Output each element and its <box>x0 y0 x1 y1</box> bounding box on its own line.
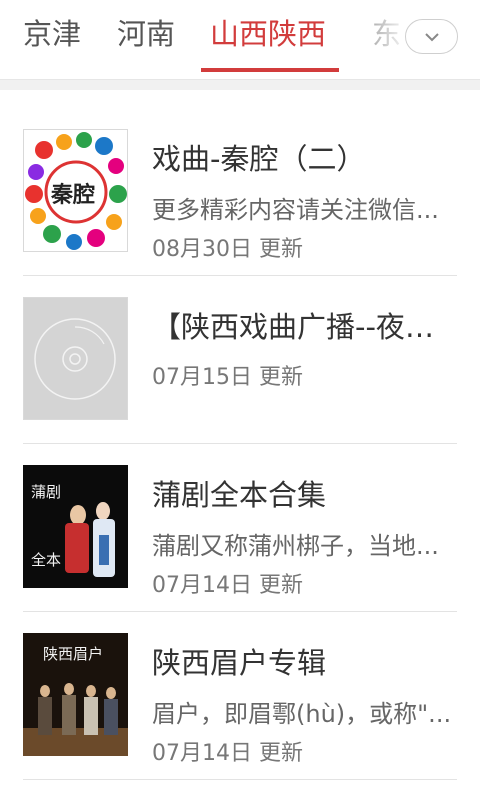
album-title: 蒲剧全本合集 <box>152 478 327 512</box>
section-divider <box>0 80 480 90</box>
album-description: 眉户，即眉鄠(hù)，或称"... <box>152 700 452 728</box>
cover-text-top: 蒲剧 <box>31 483 62 501</box>
active-tab-indicator <box>201 68 339 72</box>
update-date: 07月14日 更新 <box>152 741 303 766</box>
cover-text: 秦腔 <box>51 182 96 208</box>
list-item[interactable]: 陕西眉户 陕西眉户专辑 眉户，即眉鄠(hù)，或称"... 07月14日 更新 <box>0 612 480 780</box>
update-date: 08月30日 更新 <box>152 237 303 262</box>
album-cover-meihu: 陕西眉户 <box>23 633 128 756</box>
album-cover-puju: 蒲剧 全本 <box>23 465 128 588</box>
album-title: 【陕西戏曲广播--夜话... <box>152 310 458 344</box>
update-date: 07月15日 更新 <box>152 365 303 390</box>
tab-shanxi-shaanxi[interactable]: 山西陕西 <box>210 14 326 54</box>
album-title: 陕西眉户专辑 <box>152 646 327 680</box>
album-cover-qinqiang: 秦腔 <box>23 129 128 252</box>
update-date: 07月14日 更新 <box>152 573 303 598</box>
tab-fade <box>360 0 410 78</box>
album-description: 蒲剧又称蒲州梆子，当地... <box>152 532 439 560</box>
list-item[interactable]: 秦腔 戏曲-秦腔（二） 更多精彩内容请关注微信... 08月30日 更新 <box>0 108 480 276</box>
cover-text: 陕西眉户 <box>43 645 104 663</box>
chevron-down-icon <box>424 27 440 46</box>
tab-jingjin[interactable]: 京津 <box>23 14 81 54</box>
list-item[interactable]: 蒲剧 全本 蒲剧全本合集 蒲剧又称蒲州梆子，当地... 07月14日 更新 <box>0 444 480 612</box>
disc-placeholder-icon <box>23 297 128 420</box>
list-item[interactable]: 【陕西戏曲广播--夜话... 07月15日 更新 <box>0 276 480 444</box>
album-description: 更多精彩内容请关注微信... <box>152 196 439 224</box>
album-title: 戏曲-秦腔（二） <box>152 142 366 176</box>
tab-henan[interactable]: 河南 <box>117 14 175 54</box>
channel-tab-bar: 京津 河南 山西陕西 东 <box>0 0 480 80</box>
more-tabs-button[interactable] <box>405 19 458 54</box>
divider <box>23 779 457 780</box>
cover-text-bottom: 全本 <box>31 551 62 569</box>
